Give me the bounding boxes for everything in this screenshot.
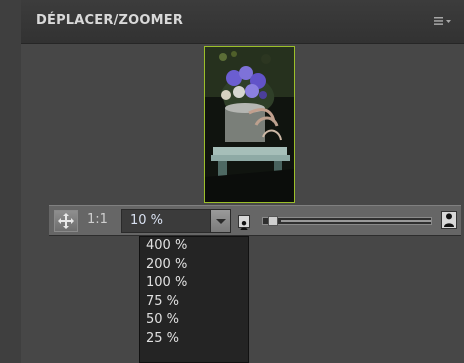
zoom-in-icon[interactable] [441, 211, 457, 229]
image-thumbnail[interactable] [204, 46, 295, 203]
move-tool-button[interactable] [54, 210, 78, 232]
zoom-option[interactable]: 200 % [140, 256, 248, 275]
zoom-level-value: 10 % [130, 213, 164, 228]
zoom-option[interactable]: 400 % [140, 237, 248, 256]
panel-header: DÉPLACER/ZOOMER [21, 0, 464, 44]
zoom-option[interactable]: 100 % [140, 274, 248, 293]
zoom-option[interactable]: 25 % [140, 330, 248, 349]
chevron-down-icon[interactable] [210, 210, 230, 232]
zoom-out-icon[interactable] [238, 215, 250, 230]
zoom-level-select[interactable]: 10 % [121, 209, 231, 233]
zoom-option[interactable]: 50 % [140, 311, 248, 330]
zoom-toolbar: 1:1 10 % [49, 205, 461, 236]
zoom-slider[interactable] [262, 216, 432, 226]
panel-title: DÉPLACER/ZOOMER [36, 13, 184, 28]
zoom-slider-handle[interactable] [268, 216, 278, 226]
move-zoom-panel: DÉPLACER/ZOOMER 1:1 10 % 400 % 200 % 100… [21, 0, 464, 363]
zoom-options-dropdown[interactable]: 400 % 200 % 100 % 75 % 50 % 25 % [139, 236, 249, 363]
zoom-option[interactable]: 75 % [140, 293, 248, 312]
actual-size-button[interactable]: 1:1 [87, 212, 108, 227]
zoom-slider-line [281, 220, 431, 222]
move-icon [58, 213, 74, 229]
panel-menu-icon[interactable] [433, 14, 455, 30]
